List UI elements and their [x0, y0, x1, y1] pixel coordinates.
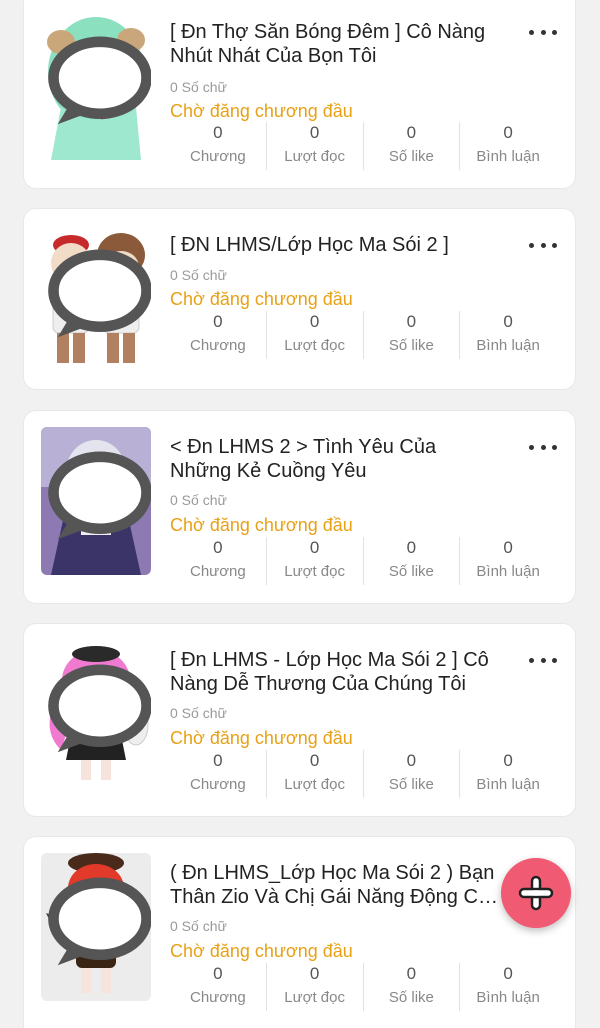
- chat-bubble-icon: [48, 451, 151, 540]
- stat-reads: 0 Lượt đọc: [265, 750, 363, 798]
- story-stats: 0 Chương 0 Lượt đọc 0 Số like 0 Bình luận: [170, 537, 556, 585]
- more-dots-icon: [529, 242, 534, 248]
- story-cover[interactable]: [41, 640, 151, 788]
- story-stats: 0 Chương 0 Lượt đọc 0 Số like 0 Bình luận: [170, 963, 556, 1011]
- story-title[interactable]: < Đn LHMS 2 > Tình Yêu Của Những Kẻ Cuồn…: [170, 435, 502, 483]
- chat-bubble-icon: [48, 249, 151, 338]
- stat-likes: 0 Số like: [362, 963, 460, 1011]
- more-dots-icon: [529, 444, 534, 450]
- stat-comments: 0 Bình luận: [459, 311, 556, 359]
- stat-chapters: 0 Chương: [190, 751, 246, 793]
- status-text: Chờ đăng chương đầu: [170, 289, 353, 309]
- stat-likes: 0 Số like: [362, 122, 460, 170]
- word-count: 0 Số chữ: [170, 267, 227, 283]
- chat-bubble-icon: [48, 664, 151, 753]
- stat-chapters: 0 Chương: [190, 312, 246, 354]
- word-count: 0 Số chữ: [170, 918, 227, 934]
- chat-bubble-icon: [48, 877, 151, 966]
- story-cover[interactable]: [41, 427, 151, 575]
- story-card[interactable]: [ Đn LHMS - Lớp Học Ma Sói 2 ] Cô Nàng D…: [24, 624, 575, 816]
- status-text: Chờ đăng chương đầu: [170, 941, 353, 961]
- word-count: 0 Số chữ: [170, 492, 227, 508]
- story-card[interactable]: ( Đn LHMS_Lớp Học Ma Sói 2 ) Bạn Thân Zi…: [24, 837, 575, 1028]
- plus-icon: [518, 875, 554, 911]
- stat-comments: 0 Bình luận: [459, 537, 556, 585]
- stat-chapters: 0 Chương: [190, 123, 246, 165]
- story-cover[interactable]: [41, 225, 151, 373]
- stat-comments: 0 Bình luận: [459, 122, 556, 170]
- story-card[interactable]: < Đn LHMS 2 > Tình Yêu Của Những Kẻ Cuồn…: [24, 411, 575, 603]
- stat-reads: 0 Lượt đọc: [265, 311, 363, 359]
- more-dots-icon: [529, 657, 534, 663]
- story-cover[interactable]: [41, 853, 151, 1001]
- more-options-button[interactable]: [529, 235, 557, 255]
- chat-bubble-icon: [48, 36, 151, 125]
- stat-reads: 0 Lượt đọc: [265, 122, 363, 170]
- more-dots-icon: [529, 29, 534, 35]
- story-title[interactable]: [ Đn LHMS - Lớp Học Ma Sói 2 ] Cô Nàng D…: [170, 648, 502, 696]
- stat-reads: 0 Lượt đọc: [265, 537, 363, 585]
- story-stats: 0 Chương 0 Lượt đọc 0 Số like 0 Bình luận: [170, 750, 556, 798]
- story-stats: 0 Chương 0 Lượt đọc 0 Số like 0 Bình luận: [170, 122, 556, 170]
- story-card[interactable]: [ ĐN LHMS/Lớp Học Ma Sói 2 ] 0 Số chữ Ch…: [24, 209, 575, 389]
- story-title[interactable]: ( Đn LHMS_Lớp Học Ma Sói 2 ) Bạn Thân Zi…: [170, 861, 502, 909]
- more-options-button[interactable]: [529, 22, 557, 42]
- more-options-button[interactable]: [529, 437, 557, 457]
- stat-likes: 0 Số like: [362, 537, 460, 585]
- status-text: Chờ đăng chương đầu: [170, 728, 353, 748]
- story-stats: 0 Chương 0 Lượt đọc 0 Số like 0 Bình luận: [170, 311, 556, 359]
- story-card[interactable]: [ Đn Thợ Săn Bóng Đêm ] Cô Nàng Nhút Nhá…: [24, 0, 575, 188]
- stat-chapters: 0 Chương: [190, 538, 246, 580]
- stat-comments: 0 Bình luận: [459, 963, 556, 1011]
- story-title[interactable]: [ ĐN LHMS/Lớp Học Ma Sói 2 ]: [170, 233, 502, 257]
- stat-likes: 0 Số like: [362, 750, 460, 798]
- status-text: Chờ đăng chương đầu: [170, 101, 353, 121]
- story-cover[interactable]: [41, 12, 151, 160]
- status-text: Chờ đăng chương đầu: [170, 515, 353, 535]
- story-title[interactable]: [ Đn Thợ Săn Bóng Đêm ] Cô Nàng Nhút Nhá…: [170, 20, 502, 68]
- stat-likes: 0 Số like: [362, 311, 460, 359]
- word-count: 0 Số chữ: [170, 79, 227, 95]
- add-story-button[interactable]: [501, 858, 571, 928]
- word-count: 0 Số chữ: [170, 705, 227, 721]
- stat-chapters: 0 Chương: [190, 964, 246, 1006]
- stat-reads: 0 Lượt đọc: [265, 963, 363, 1011]
- more-options-button[interactable]: [529, 650, 557, 670]
- stat-comments: 0 Bình luận: [459, 750, 556, 798]
